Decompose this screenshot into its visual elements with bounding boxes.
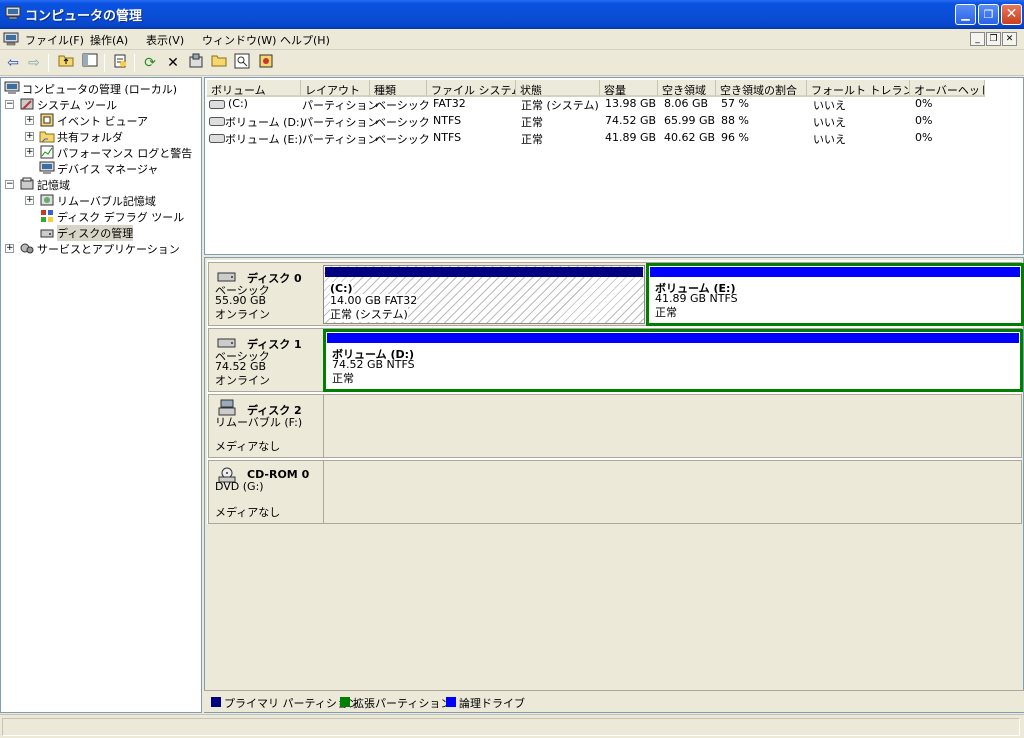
legend-swatch-logical <box>446 697 456 707</box>
console-tree[interactable]: コンピュータの管理 (ローカル) − システム ツール + イベント ビューア … <box>0 77 202 713</box>
logical-drive-bar <box>650 267 1020 277</box>
legend: プライマリ パーティション 拡張パーティション 論理ドライブ <box>204 690 1024 712</box>
partition-c[interactable]: (C:) 14.00 GB FAT32 正常 (システム) <box>323 265 645 324</box>
column-status[interactable]: 状態 <box>516 80 600 97</box>
properties-icon[interactable] <box>110 53 130 73</box>
menu-file[interactable]: ファイル(F) <box>25 32 84 48</box>
partition-e[interactable]: ボリューム (E:) 41.89 GB NTFS 正常 <box>646 263 1024 326</box>
window-title: コンピュータの管理 <box>25 9 143 24</box>
menu-help[interactable]: ヘルプ(H) <box>280 32 330 48</box>
primary-partition-bar <box>325 267 643 277</box>
child-restore-button[interactable]: ❐ <box>986 32 1001 46</box>
removable-storage-icon <box>40 194 54 206</box>
volume-list[interactable]: ボリューム レイアウト 種類 ファイル システム 状態 容量 空き領域 空き領域… <box>204 77 1024 255</box>
toolbar: ⇦ ⇨ ⟳ ✕ <box>0 50 1024 76</box>
expand-icon[interactable]: + <box>25 148 34 157</box>
menu-window[interactable]: ウィンドウ(W) <box>202 32 276 48</box>
system-tools-icon <box>20 98 34 110</box>
disk-1-row[interactable]: ディスク 1 ベーシック 74.52 GB オンライン ボリューム (D:) 7… <box>208 328 1023 392</box>
device-manager-icon <box>39 161 55 174</box>
expand-icon[interactable]: + <box>5 244 14 253</box>
legend-label-logical: 論理ドライブ <box>459 697 525 710</box>
legend-swatch-primary <box>211 697 221 707</box>
legend-swatch-extended <box>340 697 350 707</box>
partition-d[interactable]: ボリューム (D:) 74.52 GB NTFS 正常 <box>323 329 1023 392</box>
refresh-icon[interactable]: ⟳ <box>140 53 160 73</box>
logical-drive-bar <box>327 333 1019 343</box>
column-fault-tolerance[interactable]: フォールト トレランス <box>807 80 910 97</box>
column-percent-free[interactable]: 空き領域の割合 <box>716 80 807 97</box>
close-button[interactable]: ✕ <box>1001 4 1022 25</box>
collapse-icon[interactable]: − <box>5 100 14 109</box>
column-file-system[interactable]: ファイル システム <box>427 80 516 97</box>
show-hide-tree-icon[interactable] <box>80 53 100 73</box>
expand-icon[interactable]: + <box>25 196 34 205</box>
expand-icon[interactable]: + <box>25 116 34 125</box>
legend-label-primary: プライマリ パーティション <box>224 697 359 710</box>
forward-icon[interactable]: ⇨ <box>24 53 44 73</box>
child-minimize-button[interactable]: _ <box>970 32 985 46</box>
services-icon <box>20 243 34 254</box>
system-menu-icon[interactable] <box>3 32 19 47</box>
computer-management-icon <box>5 6 21 20</box>
delete-icon[interactable]: ✕ <box>163 53 183 73</box>
status-pane <box>2 718 1020 736</box>
open-icon[interactable] <box>209 53 229 73</box>
child-close-button[interactable]: ✕ <box>1002 32 1017 46</box>
disk-2-row[interactable]: ディスク 2 リムーバブル (F:) メディアなし <box>208 394 1022 458</box>
disk-0-row[interactable]: ディスク 0 ベーシック 55.90 GB オンライン (C:) 14.00 G… <box>208 262 1024 326</box>
drive-icon <box>209 134 225 143</box>
settings-icon[interactable] <box>186 53 206 73</box>
restore-button[interactable]: ❐ <box>978 4 999 25</box>
legend-label-extended: 拡張パーティション <box>353 697 452 710</box>
cdrom-0-row[interactable]: CD-ROM 0 DVD (G:) メディアなし <box>208 460 1022 524</box>
performance-icon <box>40 145 54 159</box>
disk-graphical-view: ディスク 0 ベーシック 55.90 GB オンライン (C:) 14.00 G… <box>204 257 1024 713</box>
restore-icon: ❐ <box>983 8 994 21</box>
storage-icon <box>20 177 34 190</box>
title-bar[interactable]: コンピュータの管理 ▁ ❐ ✕ <box>0 0 1024 29</box>
minimize-button[interactable]: ▁ <box>955 4 976 25</box>
help-icon[interactable] <box>256 53 276 73</box>
cdrom-0-empty-area[interactable] <box>323 461 1021 523</box>
column-free-space[interactable]: 空き領域 <box>658 80 716 97</box>
close-icon: ✕ <box>1005 6 1018 22</box>
back-icon[interactable]: ⇦ <box>3 53 23 73</box>
computer-icon <box>4 81 20 94</box>
disk-2-empty-area[interactable] <box>323 395 1021 457</box>
column-volume[interactable]: ボリューム <box>207 80 301 97</box>
drive-icon <box>209 100 225 109</box>
column-type[interactable]: 種類 <box>370 80 427 97</box>
defrag-icon <box>41 210 53 222</box>
expand-icon[interactable]: + <box>25 132 34 141</box>
drive-icon <box>209 117 225 126</box>
status-bar <box>0 714 1024 738</box>
disk-management-icon <box>40 229 54 238</box>
column-capacity[interactable]: 容量 <box>600 80 658 97</box>
event-viewer-icon <box>40 113 54 127</box>
shared-folder-icon <box>39 131 55 143</box>
menu-action[interactable]: 操作(A) <box>90 32 128 48</box>
menu-bar: ファイル(F) 操作(A) 表示(V) ウィンドウ(W) ヘルプ(H) _ ❐ … <box>0 29 1024 50</box>
column-layout[interactable]: レイアウト <box>301 80 370 97</box>
menu-view[interactable]: 表示(V) <box>146 32 184 48</box>
search-icon[interactable] <box>232 53 252 73</box>
collapse-icon[interactable]: − <box>5 180 14 189</box>
minimize-icon: ▁ <box>961 8 970 21</box>
up-folder-icon[interactable] <box>56 53 76 73</box>
column-overhead[interactable]: オーバーヘッド <box>910 80 985 97</box>
